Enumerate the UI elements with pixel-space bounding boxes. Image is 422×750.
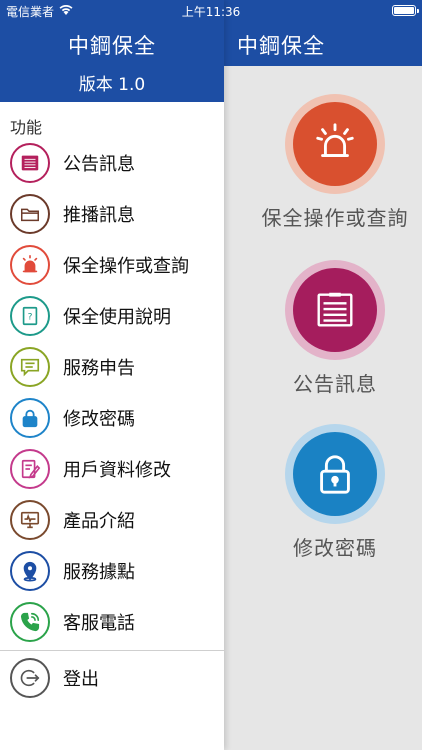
section-label: 功能 — [10, 118, 43, 137]
tile-label: 保全操作或查詢 — [261, 206, 409, 230]
menu-label: 產品介紹 — [63, 510, 135, 532]
tile-ring — [285, 424, 385, 524]
map-pin-icon — [10, 550, 50, 591]
menu-divider — [0, 650, 224, 651]
tile-change-password[interactable]: 修改密碼 — [224, 424, 422, 561]
svg-text:?: ? — [28, 311, 33, 322]
main-title: 中鋼保全 — [237, 34, 325, 58]
tile-label: 修改密碼 — [293, 536, 377, 560]
menu-item-service-locations[interactable]: 服務據點 — [0, 545, 224, 596]
folder-icon — [10, 193, 50, 234]
clock: 上午11:36 — [181, 5, 241, 19]
menu-item-bulletin[interactable]: 公告訊息 — [0, 137, 224, 188]
menu-label: 服務據點 — [63, 561, 135, 583]
menu-item-security-operation[interactable]: 保全操作或查詢 — [0, 239, 224, 290]
menu-label: 推播訊息 — [63, 204, 135, 226]
menu-item-edit-profile[interactable]: 用戶資料修改 — [0, 443, 224, 494]
bulletin-board-icon — [293, 268, 377, 352]
bulletin-board-icon — [10, 142, 50, 183]
tile-security-operation[interactable]: 保全操作或查詢 — [224, 94, 422, 231]
menu-label: 客服電話 — [63, 612, 135, 634]
alarm-bell-icon — [293, 102, 377, 186]
menu-label: 用戶資料修改 — [63, 459, 171, 481]
lock-icon — [293, 432, 377, 516]
menu-item-products[interactable]: 產品介紹 — [0, 494, 224, 545]
battery-icon — [392, 5, 419, 16]
status-bar: 電信業者 上午11:36 — [0, 0, 422, 20]
menu-label: 服務申告 — [63, 357, 135, 379]
tile-label: 公告訊息 — [293, 372, 377, 396]
tile-bulletin[interactable]: 公告訊息 — [224, 260, 422, 397]
logout-icon — [10, 657, 50, 698]
lock-icon — [10, 397, 50, 438]
menu-item-user-manual[interactable]: ? 保全使用說明 — [0, 290, 224, 341]
navigation-drawer: 中鋼保全 版本 1.0 功能 公告訊息 推播訊息 保全操作或查詢 ? 保全使用說… — [0, 0, 224, 750]
menu-label: 保全操作或查詢 — [63, 255, 189, 277]
menu-item-logout[interactable]: 登出 — [0, 652, 224, 703]
menu-item-service-report[interactable]: 服務申告 — [0, 341, 224, 392]
menu-label: 登出 — [63, 668, 99, 690]
menu-item-customer-service[interactable]: 客服電話 — [0, 596, 224, 647]
main-content: 保全操作或查詢 公告訊息 修改密碼 — [224, 66, 422, 750]
monitor-icon — [10, 499, 50, 540]
drawer-menu: 公告訊息 推播訊息 保全操作或查詢 ? 保全使用說明 服務申告 修改密碼 用戶資… — [0, 137, 224, 647]
manual-icon: ? — [10, 295, 50, 336]
menu-label: 公告訊息 — [63, 153, 135, 175]
tile-ring — [285, 260, 385, 360]
alarm-bell-icon — [10, 244, 50, 285]
tile-ring — [285, 94, 385, 194]
menu-item-change-password[interactable]: 修改密碼 — [0, 392, 224, 443]
phone-icon — [10, 601, 50, 642]
edit-document-icon — [10, 448, 50, 489]
menu-item-push-messages[interactable]: 推播訊息 — [0, 188, 224, 239]
chat-icon — [10, 346, 50, 387]
menu-label: 保全使用說明 — [63, 306, 171, 328]
app-version: 版本 1.0 — [78, 75, 146, 95]
menu-label: 修改密碼 — [63, 408, 135, 430]
